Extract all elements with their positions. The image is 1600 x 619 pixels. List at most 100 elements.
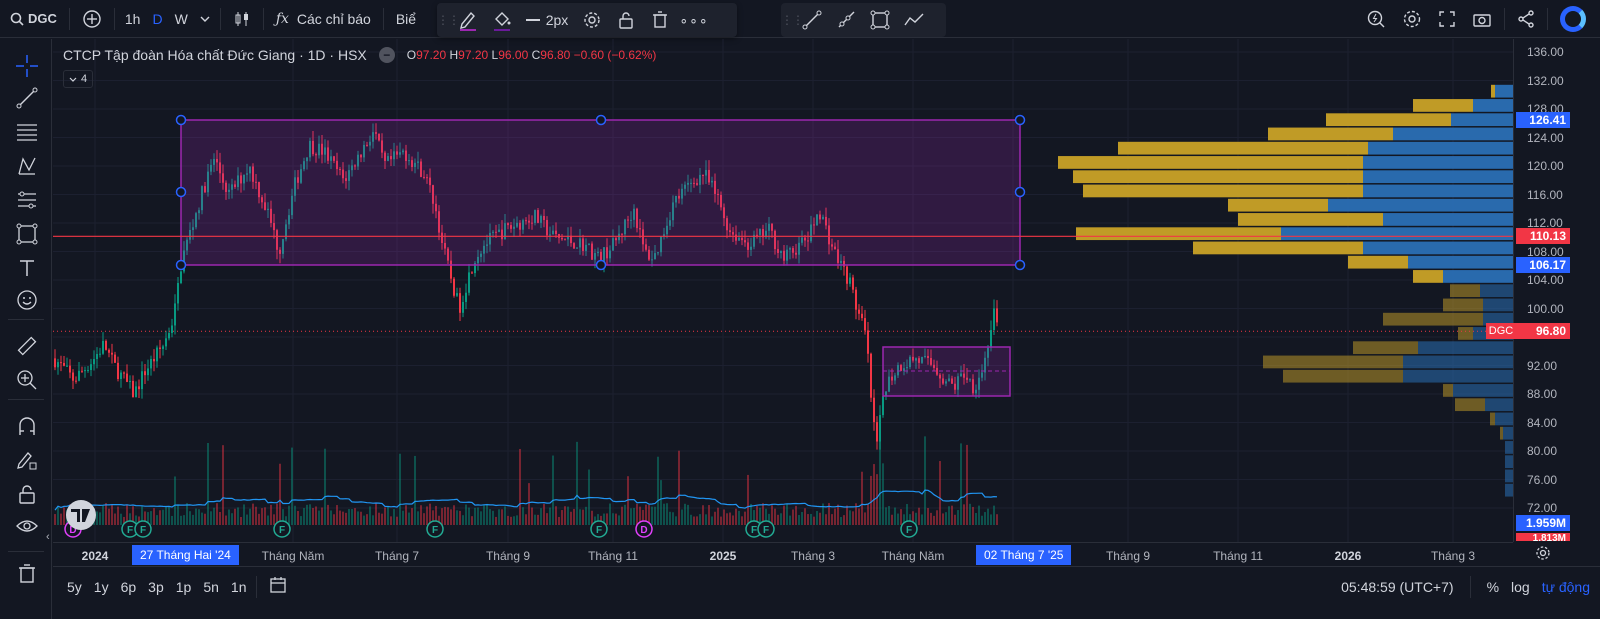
volume-bar xyxy=(816,510,818,525)
interval-d[interactable]: D xyxy=(146,0,168,38)
trend-line-tool[interactable] xyxy=(795,3,829,37)
truncated-menu[interactable]: Biể xyxy=(388,0,424,38)
event-marker[interactable]: D xyxy=(635,520,653,538)
price-axis-label: 116.00 xyxy=(1527,187,1563,202)
hide-drawings-button[interactable] xyxy=(12,511,42,541)
stay-in-drawing-mode-button[interactable] xyxy=(12,445,42,475)
volume-bar xyxy=(732,515,734,525)
auto-scale-toggle[interactable]: tự động xyxy=(1542,579,1590,595)
emoji-tool-button[interactable] xyxy=(12,285,42,315)
candle-body xyxy=(876,422,878,442)
volume-bar xyxy=(465,504,467,525)
remove-drawings-button[interactable] xyxy=(12,559,42,589)
vp-down-bar xyxy=(1238,213,1383,226)
delete-drawing-button[interactable] xyxy=(643,3,677,37)
ruler-icon xyxy=(17,336,37,356)
vp-down-bar xyxy=(1500,426,1503,440)
volume-bar xyxy=(354,508,356,525)
range-1m[interactable]: 1p xyxy=(170,579,198,595)
path-tool[interactable] xyxy=(897,3,931,37)
volume-bar xyxy=(210,511,212,525)
fullscreen-button[interactable] xyxy=(1430,0,1464,38)
shapes-tools-button[interactable] xyxy=(12,219,42,249)
drawing-settings-button[interactable] xyxy=(575,3,609,37)
event-marker[interactable]: F xyxy=(900,520,918,538)
range-3m[interactable]: 3p xyxy=(142,579,170,595)
compare-button[interactable] xyxy=(74,0,110,38)
range-5d[interactable]: 5n xyxy=(197,579,225,595)
line-color-button[interactable] xyxy=(451,3,485,37)
interval-w[interactable]: W xyxy=(169,0,194,38)
event-marker[interactable]: F xyxy=(590,520,608,538)
volume-bar xyxy=(477,507,479,525)
volume-bar xyxy=(810,513,812,525)
volume-bar xyxy=(585,506,587,525)
indicators-button[interactable]: ƒx Các chỉ báo xyxy=(268,0,379,38)
volume-bar xyxy=(984,512,986,525)
snapshot-button[interactable] xyxy=(1464,0,1500,38)
lock-all-drawings-button[interactable] xyxy=(12,479,42,509)
low-value: 96.00 xyxy=(498,48,529,62)
chart-type-button[interactable] xyxy=(225,0,259,38)
range-5y[interactable]: 5y xyxy=(61,579,88,595)
volume-bar xyxy=(723,509,725,525)
volume-bar xyxy=(870,475,872,525)
interval-dropdown[interactable] xyxy=(194,0,216,38)
line-width-button[interactable]: 2px xyxy=(519,3,575,37)
volume-bar xyxy=(681,509,683,525)
fill-color-button[interactable] xyxy=(485,3,519,37)
log-scale-toggle[interactable]: log xyxy=(1511,579,1530,595)
event-marker[interactable]: F xyxy=(426,520,444,538)
range-6m[interactable]: 6p xyxy=(115,579,143,595)
share-button[interactable] xyxy=(1509,0,1543,38)
minus-circle-icon[interactable]: − xyxy=(378,47,395,63)
more-options-button[interactable]: ∘∘∘ xyxy=(677,3,711,37)
axis-settings-button[interactable] xyxy=(1535,545,1551,566)
symbol-search[interactable]: DGC xyxy=(0,0,65,38)
range-1d[interactable]: 1n xyxy=(225,579,253,595)
rectangle-tool[interactable] xyxy=(863,3,897,37)
candle-body xyxy=(57,362,59,368)
prediction-tools-button[interactable] xyxy=(12,185,42,215)
indicators-toggle[interactable]: 4 xyxy=(63,70,93,88)
drag-handle-icon[interactable]: ⋮⋮ xyxy=(781,13,804,27)
vp-up-bar xyxy=(1483,298,1513,312)
volume-bar xyxy=(726,513,728,525)
volume-bar xyxy=(546,513,548,525)
time-axis[interactable]: 2024 Tháng Năm Tháng 7 Tháng 9 Tháng 11 2025 T… xyxy=(53,542,1513,566)
pattern-tools-button[interactable] xyxy=(12,151,42,181)
line-tools-button[interactable] xyxy=(12,83,42,113)
clock-timezone[interactable]: 05:48:59 (UTC+7) xyxy=(1341,579,1453,595)
measure-tool-button[interactable] xyxy=(12,331,42,361)
zoom-tool-button[interactable] xyxy=(12,365,42,395)
vp-down-bar xyxy=(1268,127,1393,141)
vp-up-bar xyxy=(1485,398,1513,412)
text-tool-button[interactable] xyxy=(12,253,42,283)
event-marker[interactable]: F xyxy=(273,520,291,538)
event-marker[interactable]: F xyxy=(134,520,152,538)
price-chart-canvas[interactable]: DFFFFFDFFF xyxy=(53,39,1513,542)
share-icon xyxy=(1518,10,1534,28)
fib-tools-button[interactable] xyxy=(12,117,42,147)
collapse-sidebar-icon[interactable]: ‹ xyxy=(46,531,50,543)
interval-1h[interactable]: 1h xyxy=(119,0,147,38)
chart-settings-button[interactable] xyxy=(1394,0,1430,38)
chart-legend: CTCP Tập đoàn Hóa chất Đức Giang · 1D · … xyxy=(63,47,656,63)
range-1y[interactable]: 1y xyxy=(88,579,115,595)
go-to-date-button[interactable] xyxy=(261,576,295,597)
crosshair-tool[interactable] xyxy=(12,51,42,81)
magnet-mode-button[interactable] xyxy=(12,411,42,441)
event-marker[interactable]: F xyxy=(757,520,775,538)
symbol-title[interactable]: CTCP Tập đoàn Hóa chất Đức Giang · 1D · … xyxy=(63,47,367,63)
magnet-icon xyxy=(19,417,35,435)
quick-search-button[interactable] xyxy=(1358,0,1394,38)
drag-handle-icon[interactable]: ⋮⋮ xyxy=(437,13,460,27)
percent-scale-toggle[interactable]: % xyxy=(1487,579,1499,595)
volume-bar xyxy=(705,514,707,525)
lock-drawing-button[interactable] xyxy=(609,3,643,37)
price-axis[interactable]: 136.00 132.00 128.00 124.00 120.00 116.00 112.… xyxy=(1513,39,1600,542)
ray-tool[interactable] xyxy=(829,3,863,37)
candle-body xyxy=(456,293,458,296)
candle-body xyxy=(990,330,992,348)
candle-body xyxy=(147,368,149,376)
